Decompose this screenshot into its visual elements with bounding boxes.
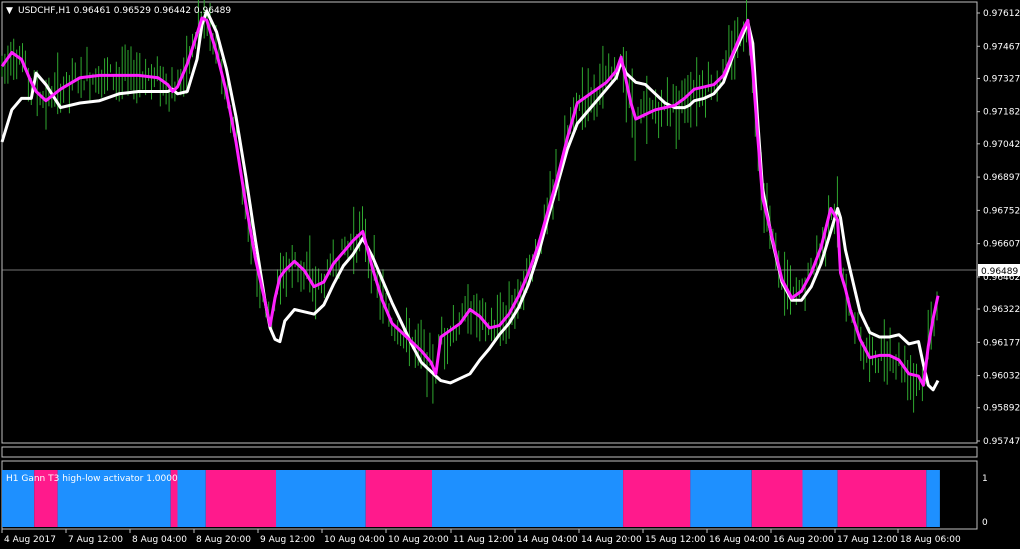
time-label: 8 Aug 20:00 — [196, 535, 251, 545]
indicator-block-up — [276, 470, 366, 527]
indicator-block-down — [623, 470, 691, 527]
price-label: 0.95892 — [983, 404, 1020, 414]
indicator-block-up — [690, 470, 752, 527]
time-label: 8 Aug 04:00 — [132, 535, 187, 545]
time-label: 10 Aug 04:00 — [324, 535, 385, 545]
time-label: 16 Aug 20:00 — [773, 535, 834, 545]
price-axis: 0.97612 0.97467 0.97327 0.97182 0.97042 0.968… — [977, 9, 1020, 447]
time-label: 9 Aug 12:00 — [260, 535, 315, 545]
time-label: 4 Aug 2017 — [4, 535, 56, 545]
price-label: 0.96322 — [983, 305, 1020, 315]
time-label: 11 Aug 12:00 — [453, 535, 514, 545]
price-label: 0.97612 — [983, 9, 1020, 19]
indicator-block-up — [802, 470, 838, 527]
time-label: 14 Aug 04:00 — [517, 535, 578, 545]
time-label: 14 Aug 20:00 — [581, 535, 642, 545]
price-label: 0.97327 — [983, 74, 1020, 84]
time-label: 16 Aug 04:00 — [709, 535, 770, 545]
price-label: 0.96607 — [983, 240, 1020, 250]
time-label: 15 Aug 12:00 — [645, 535, 706, 545]
price-label: 0.96177 — [983, 338, 1020, 348]
panel-splitter[interactable] — [1, 446, 978, 458]
indicator-label: H1 Gann T3 high-low activator 1.0000 — [6, 474, 178, 484]
price-label: 0.97182 — [983, 108, 1020, 118]
price-label: 0.95747 — [983, 437, 1020, 447]
trading-chart[interactable]: ▼ USDCHF,H1 0.96461 0.96529 0.96442 0.96… — [0, 0, 1020, 549]
time-label: 7 Aug 12:00 — [68, 535, 123, 545]
indicator-block-down — [205, 470, 276, 527]
current-price-tag: 0.96489 — [978, 264, 1020, 277]
time-label: 18 Aug 06:00 — [900, 535, 961, 545]
time-axis: 4 Aug 2017 7 Aug 12:00 8 Aug 04:00 8 Aug 20… — [1, 529, 961, 545]
menu-arrow-icon[interactable]: ▼ — [6, 6, 13, 16]
price-label: 0.96897 — [983, 173, 1020, 183]
indicator-block-down — [751, 470, 803, 527]
price-label: 0.97042 — [983, 140, 1020, 150]
indicator-block-up — [177, 470, 206, 527]
price-label: 0.96752 — [983, 206, 1020, 216]
price-label: 0.97467 — [983, 42, 1020, 52]
indicator-scale-top: 1 — [982, 474, 988, 484]
chart-title: USDCHF,H1 0.96461 0.96529 0.96442 0.9648… — [18, 6, 231, 16]
price-bars — [1, 0, 938, 413]
indicator-scale-bottom: 0 — [982, 518, 988, 528]
indicator-block-down — [837, 470, 927, 527]
price-label: 0.96032 — [983, 372, 1020, 382]
indicator-block-up — [432, 470, 624, 527]
time-label: 17 Aug 12:00 — [837, 535, 898, 545]
indicator-block-down — [365, 470, 432, 527]
slow-t3-line — [0, 9, 940, 392]
time-label: 10 Aug 20:00 — [388, 535, 449, 545]
svg-text:0.96489: 0.96489 — [981, 267, 1018, 277]
indicator-block-up — [926, 470, 940, 527]
